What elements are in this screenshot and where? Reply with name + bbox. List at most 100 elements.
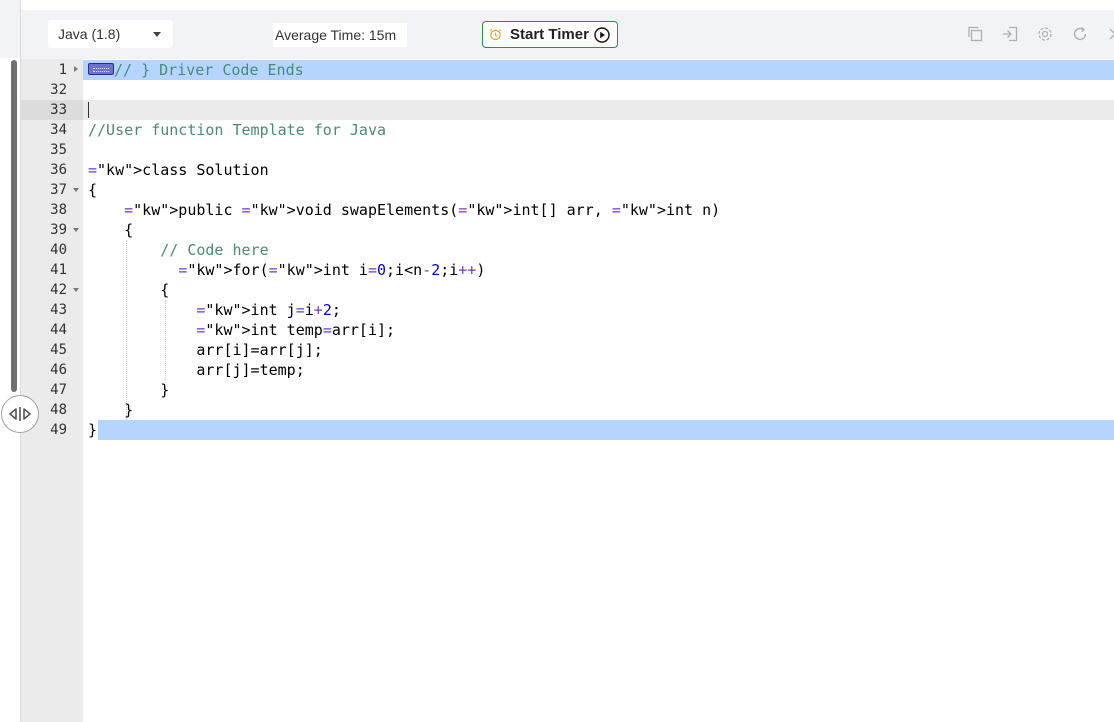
code-line[interactable] xyxy=(83,140,1114,160)
line-number: 45 xyxy=(50,342,67,358)
code-text: ="kw">class Solution xyxy=(88,161,269,179)
fold-collapse-icon[interactable] xyxy=(72,220,82,240)
split-arrows-icon xyxy=(9,407,31,421)
start-timer-label: Start Timer xyxy=(510,26,589,43)
code-line[interactable]: // Code here xyxy=(83,240,1114,260)
code-line[interactable]: arr[i]=arr[j]; xyxy=(83,340,1114,360)
gutter-line: 47 xyxy=(21,380,83,400)
code-text: { xyxy=(88,221,134,239)
code-line[interactable]: //User function Template for Java xyxy=(83,120,1114,140)
editor-actions xyxy=(964,23,1114,45)
gutter-line: 38 xyxy=(21,200,83,220)
selection-highlight xyxy=(98,420,1114,440)
language-select[interactable]: Java (1.8) xyxy=(48,20,173,48)
code-text: ="kw">public ="kw">void swapElements(="k… xyxy=(124,201,721,219)
gutter-line: 35 xyxy=(21,140,83,160)
line-number: 34 xyxy=(50,122,67,138)
line-number: 39 xyxy=(50,222,67,238)
panel-resize-handle[interactable] xyxy=(1,395,39,433)
reset-icon[interactable] xyxy=(1069,23,1091,45)
left-strip-cap xyxy=(0,0,20,58)
text-cursor xyxy=(88,102,89,118)
line-number: 33 xyxy=(50,102,67,118)
code-text: ="kw">for(="kw">int i=0;i<n-2;i++) xyxy=(178,261,486,279)
code-text: } xyxy=(88,421,98,439)
code-line-folded[interactable]: // } Driver Code Ends xyxy=(83,60,1114,80)
close-icon[interactable] xyxy=(1104,23,1114,45)
gutter-line: 40 xyxy=(21,240,83,260)
code-line[interactable]: ="kw">int j=i+2; xyxy=(83,300,1114,320)
code-line[interactable] xyxy=(83,80,1114,100)
code-line[interactable]: ="kw">public ="kw">void swapElements(="k… xyxy=(83,200,1114,220)
line-number: 1 xyxy=(58,62,67,78)
gutter-line: 45 xyxy=(21,340,83,360)
code-line[interactable]: ="kw">int temp=arr[i]; xyxy=(83,320,1114,340)
gutter-line: 42 xyxy=(21,280,83,300)
line-number: 49 xyxy=(50,422,67,438)
code-line-active[interactable] xyxy=(83,100,1114,120)
code-text: // Code here xyxy=(88,241,269,259)
code-line-selected[interactable]: } xyxy=(83,420,1114,440)
code-line[interactable]: ="kw">for(="kw">int i=0;i<n-2;i++) xyxy=(83,260,1114,280)
alarm-clock-icon xyxy=(489,28,502,41)
editor-toolbar: Java (1.8) Average Time: 15m Start Timer xyxy=(21,10,1114,59)
line-number: 44 xyxy=(50,322,67,338)
code-editor[interactable]: // } Driver Code Ends //User function Te… xyxy=(83,59,1114,722)
line-number: 38 xyxy=(50,202,67,218)
line-number: 42 xyxy=(50,282,67,298)
average-time-label: Average Time: 15m xyxy=(273,23,407,47)
vertical-scrollbar[interactable] xyxy=(11,60,17,392)
chevron-down-icon xyxy=(153,32,161,37)
gutter-line: 37 xyxy=(21,180,83,200)
line-number: 35 xyxy=(50,142,67,158)
line-number-gutter: 1 32 33 34 35 36 37 38 39 40 41 42 43 44… xyxy=(21,59,83,722)
code-text: } xyxy=(88,401,134,419)
code-text: { xyxy=(88,181,98,199)
gutter-line-active: 33 xyxy=(21,100,83,120)
gutter-line: 41 xyxy=(21,260,83,280)
gutter-line: 43 xyxy=(21,300,83,320)
code-line[interactable]: } xyxy=(83,380,1114,400)
language-select-value: Java (1.8) xyxy=(58,26,121,42)
gutter-line: 32 xyxy=(21,80,83,100)
code-text: arr[i]=arr[j]; xyxy=(88,341,323,359)
line-number: 32 xyxy=(50,82,67,98)
code-text: //User function Template for Java xyxy=(88,121,387,139)
code-text: ="kw">int j=i+2; xyxy=(196,301,341,319)
code-line[interactable]: } xyxy=(83,400,1114,420)
line-number: 48 xyxy=(50,402,67,418)
gutter-line: 46 xyxy=(21,360,83,380)
line-number: 41 xyxy=(50,262,67,278)
code-line[interactable]: ="kw">class Solution xyxy=(83,160,1114,180)
line-number: 46 xyxy=(50,362,67,378)
left-panel-strip xyxy=(0,0,21,722)
code-line[interactable]: { xyxy=(83,180,1114,200)
gutter-line: 1 xyxy=(21,60,83,80)
line-number: 36 xyxy=(50,162,67,178)
line-number: 47 xyxy=(50,382,67,398)
code-text: } xyxy=(88,381,170,399)
exit-fullscreen-icon[interactable] xyxy=(999,23,1021,45)
code-line[interactable]: { xyxy=(83,280,1114,300)
gutter-line: 44 xyxy=(21,320,83,340)
line-number: 40 xyxy=(50,242,67,258)
code-text: ="kw">int temp=arr[i]; xyxy=(196,321,396,339)
code-text: { xyxy=(88,281,170,299)
gutter-line: 39 xyxy=(21,220,83,240)
code-text: arr[j]=temp; xyxy=(88,361,305,379)
fold-collapse-icon[interactable] xyxy=(72,280,82,300)
line-number: 37 xyxy=(50,182,67,198)
start-timer-button[interactable]: Start Timer xyxy=(482,21,618,48)
line-number: 43 xyxy=(50,302,67,318)
fold-collapse-icon[interactable] xyxy=(72,180,82,200)
copy-icon[interactable] xyxy=(964,23,986,45)
gutter-line: 36 xyxy=(21,160,83,180)
folded-code-marker[interactable] xyxy=(88,63,114,75)
gear-icon[interactable] xyxy=(1034,23,1056,45)
code-line[interactable]: arr[j]=temp; xyxy=(83,360,1114,380)
code-text: // } Driver Code Ends xyxy=(88,60,304,80)
gutter-line: 34 xyxy=(21,120,83,140)
code-line[interactable]: { xyxy=(83,220,1114,240)
code-text-comment: // } Driver Code Ends xyxy=(114,61,304,79)
fold-expand-icon[interactable] xyxy=(72,60,82,80)
